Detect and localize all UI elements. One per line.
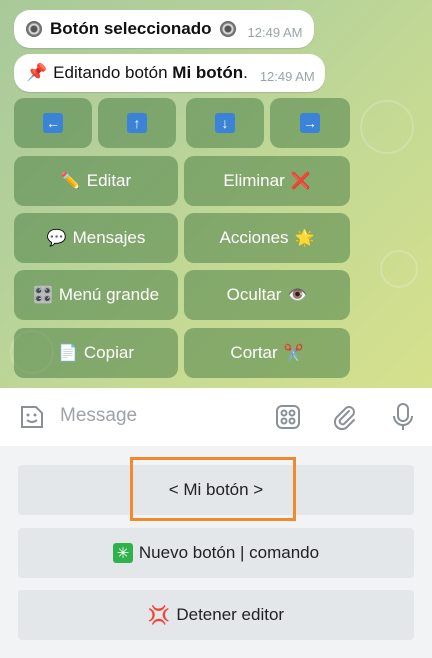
messages-button[interactable]: 💬 Mensajes	[14, 213, 178, 263]
sparkle-icon: 🌟	[294, 230, 315, 247]
background-doodle	[380, 250, 418, 288]
message-text: Botón seleccionado	[50, 19, 212, 38]
edit-button[interactable]: ✏️ Editar	[14, 156, 178, 206]
message-time: 12:49 AM	[247, 24, 303, 40]
control-knobs-icon: 🎛️	[32, 287, 53, 304]
message-text: Editando botón Mi botón.	[53, 63, 248, 82]
actions-button[interactable]: Acciones 🌟	[184, 213, 350, 263]
background-doodle	[360, 100, 414, 154]
message-bubble: Botón seleccionado 12:49 AM	[14, 10, 315, 48]
page-icon: 📄	[57, 345, 78, 362]
right-arrow-icon: →	[300, 113, 320, 133]
microphone-icon[interactable]	[390, 402, 416, 432]
pushpin-icon: 📌	[26, 63, 48, 82]
new-button-command-label: Nuevo botón | comando	[138, 543, 320, 562]
stop-editor-button[interactable]: 💢 Detener editor	[18, 590, 414, 640]
chat-area: Botón seleccionado 12:49 AM 📌 Editando b…	[0, 0, 432, 388]
hide-label: Ocultar	[226, 285, 282, 304]
sticker-icon[interactable]	[18, 403, 46, 431]
stop-editor-label: Detener editor	[176, 605, 285, 624]
delete-button[interactable]: Eliminar ❌	[184, 156, 350, 206]
down-arrow-button[interactable]: ↓	[186, 98, 264, 148]
actions-label: Acciones	[219, 228, 289, 247]
radio-button-icon	[219, 21, 236, 37]
big-menu-button[interactable]: 🎛️ Menú grande	[14, 270, 178, 320]
big-menu-label: Menú grande	[58, 285, 160, 304]
speech-bubble-icon: 💬	[46, 230, 67, 247]
message-composer: Message	[0, 388, 432, 446]
left-arrow-button[interactable]: ←	[14, 98, 92, 148]
anger-icon: 💢	[147, 604, 171, 625]
cut-label: Cortar	[230, 343, 278, 362]
edit-label: Editar	[86, 171, 132, 190]
copy-button[interactable]: 📄 Copiar	[14, 328, 178, 378]
selection-highlight	[130, 457, 296, 521]
eye-icon: 👁️	[287, 287, 308, 304]
left-arrow-icon: ←	[43, 113, 63, 133]
delete-label: Eliminar	[223, 171, 285, 190]
cut-button[interactable]: Cortar ✂️	[184, 328, 350, 378]
attach-icon[interactable]	[330, 403, 358, 431]
scissors-icon: ✂️	[283, 345, 304, 362]
pencil-icon: ✏️	[60, 173, 81, 190]
messages-label: Mensajes	[72, 228, 146, 247]
message-bubble: 📌 Editando botón Mi botón. 12:49 AM	[14, 54, 325, 92]
new-button-command-button[interactable]: ✳ Nuevo botón | comando	[18, 528, 414, 578]
message-time: 12:49 AM	[259, 68, 315, 84]
cross-icon: ❌	[290, 173, 311, 190]
sparkle-square-icon: ✳	[112, 543, 133, 563]
right-arrow-button[interactable]: →	[270, 98, 350, 148]
hide-button[interactable]: Ocultar 👁️	[184, 270, 350, 320]
copy-label: Copiar	[83, 343, 134, 362]
bot-keyboard-icon[interactable]	[274, 403, 302, 431]
radio-button-icon	[26, 21, 42, 37]
message-input[interactable]: Message	[60, 405, 137, 427]
up-arrow-button[interactable]: ↑	[98, 98, 176, 148]
down-arrow-icon: ↓	[215, 113, 235, 133]
up-arrow-icon: ↑	[127, 113, 147, 133]
